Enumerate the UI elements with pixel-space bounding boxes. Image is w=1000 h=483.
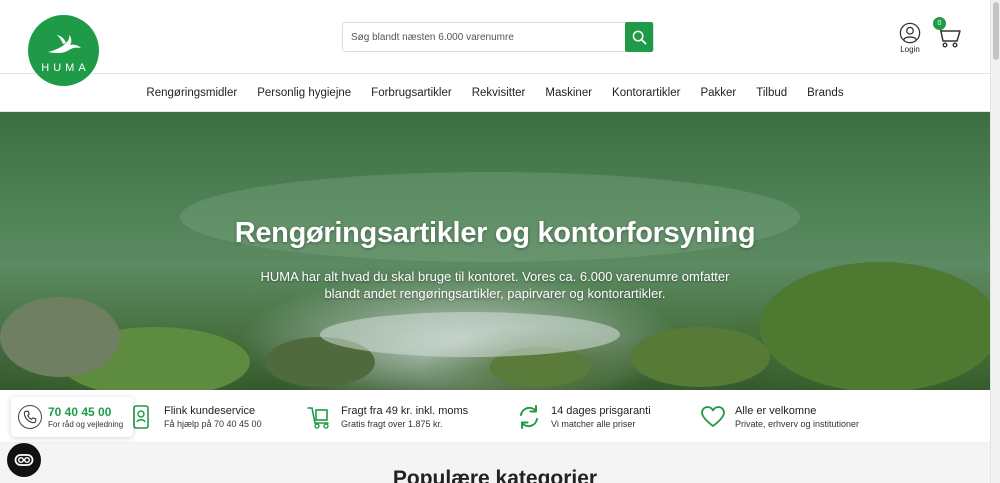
nav-item-brands[interactable]: Brands: [797, 87, 853, 99]
recycle-arrows-icon: [515, 403, 543, 431]
phone-icon: [18, 405, 42, 429]
phone-widget[interactable]: 70 40 45 00 For råd og vejledning: [11, 397, 133, 437]
hero-rock: [760, 262, 990, 390]
usp-title: Flink kundeservice: [164, 405, 256, 417]
usp-subtitle: Gratis fragt over 1.875 kr.: [341, 419, 443, 429]
login-label: Login: [900, 45, 920, 54]
cart-count-badge: 0: [933, 17, 946, 30]
main-nav: Rengøringsmidler Personlig hygiejne Forb…: [0, 74, 990, 112]
nav-item-forbrugsartikler[interactable]: Forbrugsartikler: [361, 87, 462, 99]
page-scrollbar[interactable]: [990, 0, 1000, 483]
nav-item-maskiner[interactable]: Maskiner: [535, 87, 602, 99]
usp-subtitle: Private, erhverv og institutioner: [735, 419, 860, 429]
hero-banner: Rengøringsartikler og kontorforsyning HU…: [0, 112, 990, 390]
hero-title: Rengøringsartikler og kontorforsyning: [234, 217, 756, 249]
usp-title: 14 dages prisgaranti: [551, 405, 651, 417]
nav-item-rekvisitter[interactable]: Rekvisitter: [462, 87, 536, 99]
bird-logo-icon: [47, 34, 81, 53]
cart-button[interactable]: 0: [933, 17, 963, 50]
popular-categories-title: Populære kategorier: [392, 467, 598, 483]
usp-item: Flink kundeservice Få hjælp på 70 40 45 …: [128, 400, 262, 434]
usp-subtitle: Vi matcher alle priser: [551, 419, 636, 429]
accessibility-button[interactable]: [7, 443, 41, 477]
nav-item-kontorartikler[interactable]: Kontorartikler: [602, 87, 690, 99]
usp-item: Fragt fra 49 kr. inkl. moms Gratis fragt…: [305, 400, 468, 434]
hero-rock: [0, 297, 120, 377]
search-input[interactable]: [343, 23, 626, 51]
delivery-icon: [305, 403, 333, 431]
nav-item-pakker[interactable]: Pakker: [690, 87, 746, 99]
page: Login 0 HUMA Rengøringsmidler Personlig …: [0, 0, 1000, 483]
login-button[interactable]: Login: [896, 22, 924, 54]
phone-subtitle: For råd og vejledning: [48, 419, 124, 429]
huma-logo[interactable]: HUMA: [28, 15, 99, 86]
hero-rock: [320, 312, 620, 357]
logo-text: HUMA: [41, 61, 90, 74]
usp-item: 14 dages prisgaranti Vi matcher alle pri…: [515, 400, 651, 434]
user-icon: [899, 22, 921, 44]
usp-title: Alle er velkomne: [735, 405, 817, 417]
usp-title: Fragt fra 49 kr. inkl. moms: [341, 405, 469, 417]
popular-categories-section: Populære kategorier: [0, 443, 990, 483]
nav-item-personlig-hygiejne[interactable]: Personlig hygiejne: [247, 87, 361, 99]
search-icon: [632, 30, 646, 44]
phone-number: 70 40 45 00: [48, 404, 112, 419]
accessibility-icon: [14, 454, 34, 466]
hero-rock: [630, 327, 770, 387]
heart-icon: [699, 403, 727, 431]
usp-subtitle: Få hjælp på 70 40 45 00: [164, 419, 262, 429]
site-header: Login 0: [0, 0, 990, 74]
scrollbar-thumb[interactable]: [993, 2, 999, 60]
nav-item-tilbud[interactable]: Tilbud: [746, 87, 797, 99]
usp-item: Alle er velkomne Private, erhverv og ins…: [699, 400, 859, 434]
search-button[interactable]: [625, 22, 653, 52]
nav-item-rengoringsmidler[interactable]: Rengøringsmidler: [136, 87, 247, 99]
hero-subtitle: HUMA har alt hvad du skal bruge til kont…: [260, 269, 730, 301]
usp-bar: Flink kundeservice Få hjælp på 70 40 45 …: [0, 390, 990, 443]
search-box: [342, 22, 654, 52]
